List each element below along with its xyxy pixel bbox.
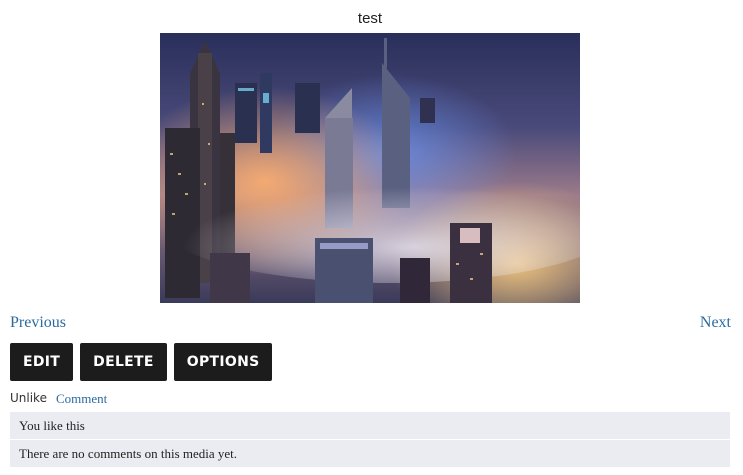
options-button[interactable]: OPTIONS xyxy=(173,343,273,381)
likes-text: You like this xyxy=(19,418,85,433)
social-actions: Unlike Comment xyxy=(10,391,107,407)
activity-panel: You like this There are no comments on t… xyxy=(10,412,730,467)
unlike-link[interactable]: Unlike xyxy=(10,391,47,407)
edit-button[interactable]: EDIT xyxy=(10,343,74,381)
city-skyline-image xyxy=(160,33,580,303)
media-actions: EDIT DELETE OPTIONS xyxy=(10,343,273,381)
media-image[interactable] xyxy=(160,33,580,303)
media-title: test xyxy=(357,10,383,27)
previous-link[interactable]: Previous xyxy=(10,314,66,332)
delete-button[interactable]: DELETE xyxy=(80,343,167,381)
comment-link[interactable]: Comment xyxy=(56,391,107,407)
next-link[interactable]: Next xyxy=(700,314,731,332)
comments-status: There are no comments on this media yet. xyxy=(10,439,730,467)
